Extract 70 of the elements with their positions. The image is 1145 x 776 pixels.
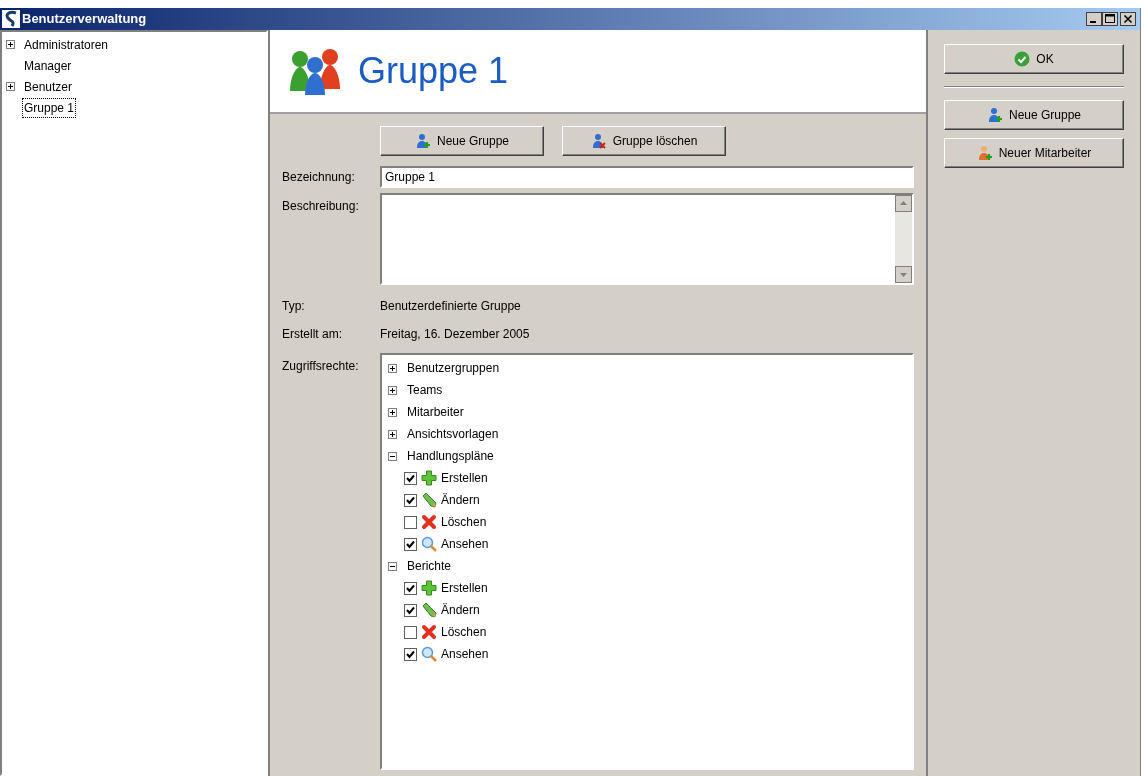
- created-value: Freitag, 16. Dezember 2005: [380, 326, 530, 343]
- field-label: Erstellt am:: [282, 326, 343, 343]
- tree-item[interactable]: Ansehen: [441, 645, 489, 663]
- close-button[interactable]: [1120, 12, 1136, 26]
- expand-icon[interactable]: [388, 429, 397, 439]
- checkbox[interactable]: [404, 625, 417, 639]
- new-group-button[interactable]: Neue Gruppe: [380, 126, 544, 156]
- delete-group-button[interactable]: Gruppe löschen: [562, 126, 726, 156]
- checkbox[interactable]: [404, 493, 417, 507]
- remove-user-icon: [590, 133, 607, 149]
- checkbox[interactable]: [404, 537, 417, 551]
- minimize-button[interactable]: [1086, 12, 1102, 26]
- tree-item[interactable]: Löschen: [441, 623, 487, 641]
- plus-icon: [421, 580, 437, 596]
- checkbox[interactable]: [404, 647, 417, 661]
- checkbox[interactable]: [404, 581, 417, 595]
- checkbox[interactable]: [404, 515, 417, 529]
- tree-item[interactable]: Ändern: [441, 601, 480, 619]
- tree-item[interactable]: Ansehen: [441, 535, 489, 553]
- group-title: Gruppe 1: [358, 49, 509, 93]
- expand-icon[interactable]: [6, 40, 15, 49]
- magnifier-icon: [421, 646, 437, 662]
- scroll-down-icon[interactable]: [895, 266, 912, 283]
- checkbox[interactable]: [404, 471, 417, 485]
- tree-item[interactable]: Berichte: [407, 557, 452, 575]
- tree-item[interactable]: Benutzergruppen: [407, 359, 500, 377]
- add-user-icon: [986, 107, 1003, 123]
- new-employee-button[interactable]: Neuer Mitarbeiter: [944, 138, 1124, 168]
- tree-item[interactable]: Gruppe 1: [22, 97, 77, 118]
- field-label: Bezeichnung:: [282, 169, 356, 186]
- expand-icon[interactable]: [388, 407, 397, 417]
- name-field[interactable]: Gruppe 1: [380, 166, 914, 188]
- ok-button[interactable]: OK: [944, 44, 1124, 74]
- add-user-icon: [414, 133, 431, 149]
- tree-item[interactable]: Administratoren: [22, 34, 111, 55]
- collapse-icon[interactable]: [388, 561, 397, 571]
- tree-item[interactable]: Erstellen: [441, 469, 488, 487]
- type-value: Benutzerdefinierte Gruppe: [380, 298, 521, 315]
- plus-icon: [421, 470, 437, 486]
- tree-item[interactable]: Benutzer: [22, 76, 75, 97]
- tree-item[interactable]: Ändern: [441, 491, 480, 509]
- magnifier-icon: [421, 536, 437, 552]
- pencil-icon: [421, 492, 437, 508]
- new-group-button[interactable]: Neue Gruppe: [944, 100, 1124, 130]
- tree-item[interactable]: Teams: [407, 381, 443, 399]
- expand-icon[interactable]: [6, 82, 15, 91]
- field-label: Zugriffsrechte:: [282, 358, 360, 375]
- window-title: Benutzerverwaltung: [22, 10, 148, 29]
- description-field[interactable]: [380, 193, 914, 285]
- tree-item[interactable]: Ansichtsvorlagen: [407, 425, 499, 443]
- tree-item[interactable]: Mitarbeiter: [407, 403, 464, 421]
- tree-item[interactable]: Handlungspläne: [407, 447, 494, 465]
- field-label: Typ:: [282, 298, 306, 315]
- scrollbar[interactable]: [895, 195, 912, 283]
- pencil-icon: [421, 602, 437, 618]
- checkbox[interactable]: [404, 603, 417, 617]
- tree-item[interactable]: Manager: [22, 55, 74, 76]
- field-label: Beschreibung:: [282, 198, 360, 215]
- app-logo-icon: [2, 10, 20, 28]
- expand-icon[interactable]: [388, 385, 397, 395]
- expand-icon[interactable]: [388, 363, 397, 373]
- cross-icon: [421, 624, 437, 640]
- check-icon: [1014, 51, 1031, 67]
- scroll-up-icon[interactable]: [895, 195, 912, 212]
- tree-item[interactable]: Erstellen: [441, 579, 488, 597]
- collapse-icon[interactable]: [388, 451, 397, 461]
- add-user-icon: [976, 145, 993, 161]
- maximize-button[interactable]: [1102, 12, 1118, 26]
- tree-item[interactable]: Löschen: [441, 513, 487, 531]
- cross-icon: [421, 514, 437, 530]
